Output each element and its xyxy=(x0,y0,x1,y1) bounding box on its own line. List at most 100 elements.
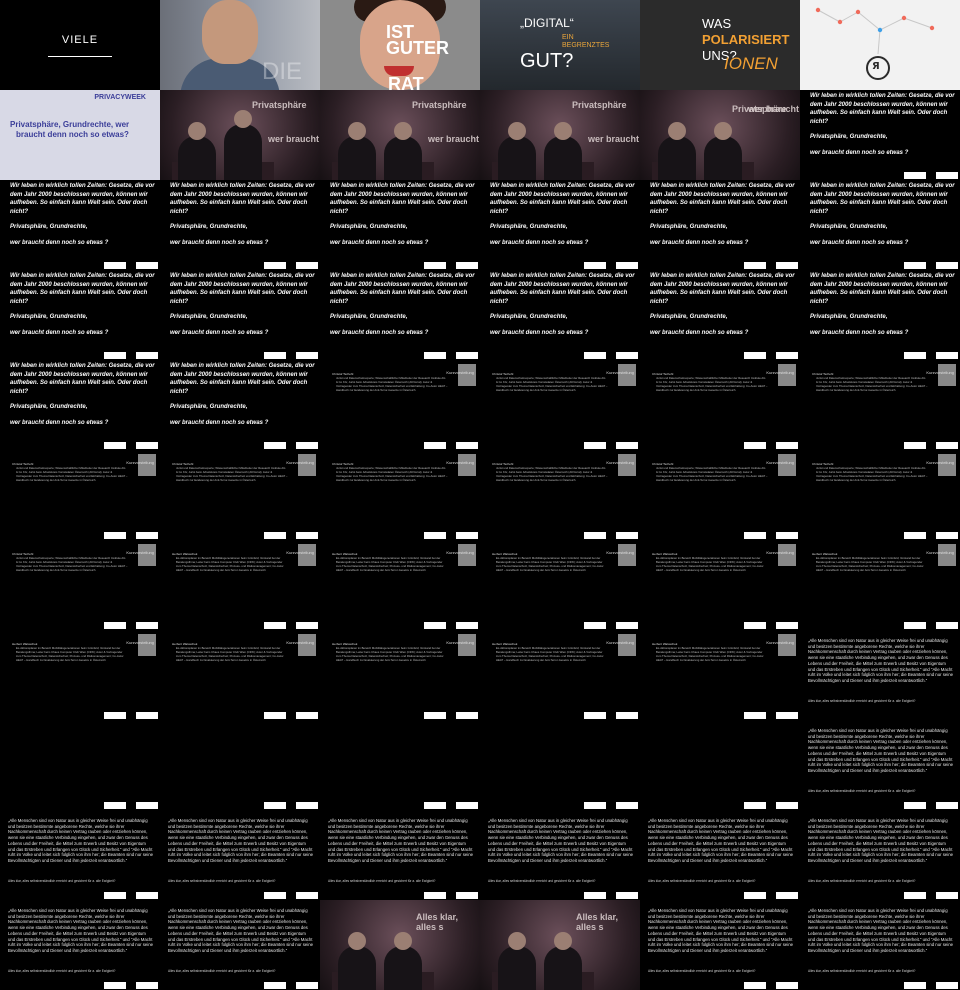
logo-bar xyxy=(264,982,318,989)
tile-quote-slide[interactable]: Wir leben in wirklich tollen Zeiten: Ges… xyxy=(480,180,640,270)
tile-quote-slide[interactable]: Wir leben in wirklich tollen Zeiten: Ges… xyxy=(160,360,320,450)
tile-bio-slide[interactable]: Kurzvorstellung Christof Tschohl Jurist … xyxy=(480,360,640,450)
bio-heading: Kurzvorstellung xyxy=(286,550,314,555)
tile-bio-slide[interactable]: Kurzvorstellung Christof Tschohl Jurist … xyxy=(320,360,480,450)
paragraph-footer: Alles klar, alles selbstverständlich err… xyxy=(8,969,116,973)
tile-blank[interactable] xyxy=(320,720,480,810)
tile-bio-slide[interactable]: Kurzvorstellung Christof Tschohl Jurist … xyxy=(0,450,160,540)
tile-room-4[interactable]: Privatsphäre wer braucht xyxy=(480,90,640,180)
tile-digital[interactable]: „DIGITAL“ EIN BEGRENZTES GUT? xyxy=(480,0,640,90)
tile-quote-slide[interactable]: Wir leben in wirklich tollen Zeiten: Ges… xyxy=(320,180,480,270)
bio-heading: Kurzvorstellung xyxy=(126,550,154,555)
tile-paragraph-slide[interactable]: „Alle Menschen sind von Natur aus in gle… xyxy=(160,900,320,990)
tile-quote-slide[interactable]: Wir leben in wirklich tollen Zeiten: Ges… xyxy=(640,180,800,270)
bio-heading: Kurzvorstellung xyxy=(766,370,794,375)
bio-heading: Kurzvorstellung xyxy=(606,370,634,375)
tile-paragraph-slide[interactable]: „Alle Menschen sind von Natur aus in gle… xyxy=(480,810,640,900)
bio-heading: Kurzvorstellung xyxy=(766,460,794,465)
digital-line-1: „DIGITAL“ xyxy=(520,16,574,30)
tile-privacyweek[interactable]: PRIVACYWEEK Privatsphäre, Grundrechte, w… xyxy=(0,90,160,180)
was-line-1: WAS xyxy=(702,16,732,31)
tile-quote-slide[interactable]: Wir leben in wirklich tollen Zeiten: Ges… xyxy=(160,180,320,270)
tile-paragraph-slide[interactable]: „Alle Menschen sind von Natur aus in gle… xyxy=(640,810,800,900)
tile-bio-slide[interactable]: Kurzvorstellung Herbert Waloschek Ex-Akt… xyxy=(160,540,320,630)
quote-text-3: wer braucht denn noch so etwas ? xyxy=(330,240,429,246)
tile-bio-slide[interactable]: Kurzvorstellung Herbert Waloschek Ex-Akt… xyxy=(480,540,640,630)
tile-blank[interactable] xyxy=(0,720,160,810)
tile-quote-slide[interactable]: Wir leben in wirklich tollen Zeiten: Ges… xyxy=(0,180,160,270)
tile-paragraph-slide[interactable]: „Alle Menschen sind von Natur aus in gle… xyxy=(320,810,480,900)
tile-bio-slide[interactable]: Kurzvorstellung Christof Tschohl Jurist … xyxy=(160,450,320,540)
logo-bar xyxy=(904,982,958,989)
tile-network-logo[interactable]: Я xyxy=(800,0,960,90)
tile-bio-slide[interactable]: Kurzvorstellung Herbert Waloschek Ex-Akt… xyxy=(800,540,960,630)
tile-bio-slide[interactable]: Kurzvorstellung Herbert Waloschek Ex-Akt… xyxy=(640,540,800,630)
tile-blank[interactable] xyxy=(640,720,800,810)
bio-heading: Kurzvorstellung xyxy=(126,460,154,465)
tile-blank[interactable] xyxy=(160,720,320,810)
tile-face[interactable]: DIE xyxy=(160,0,320,90)
tile-bio-slide[interactable]: Kurzvorstellung Christof Tschohl Jurist … xyxy=(640,450,800,540)
speaker-photo xyxy=(458,634,476,656)
speaker-1 xyxy=(338,932,376,990)
quote-text: Wir leben in wirklich tollen Zeiten: Ges… xyxy=(810,93,955,125)
tile-room-2[interactable]: Privatsphäre wer braucht xyxy=(160,90,320,180)
tile-quote-slide[interactable]: Wir leben in wirklich tollen Zeiten: Ges… xyxy=(800,270,960,360)
tile-bio-slide[interactable]: Kurzvorstellung Christof Tschohl Jurist … xyxy=(0,540,160,630)
tile-paragraph-slide[interactable]: „Alle Menschen sind von Natur aus in gle… xyxy=(0,810,160,900)
quote-text-2: Privatsphäre, Grundrechte, xyxy=(10,314,88,320)
tile-quote-slide[interactable]: Wir leben in wirklich tollen Zeiten: Ges… xyxy=(480,270,640,360)
logo-bar xyxy=(264,262,318,269)
tile-quote-slide[interactable]: Wir leben in wirklich tollen Zeiten: Ges… xyxy=(0,270,160,360)
tile-bio-slide[interactable]: Kurzvorstellung Herbert Waloschek Ex-Akt… xyxy=(320,630,480,720)
tile-quote-slide[interactable]: Wir leben in wirklich tollen Zeiten: Ges… xyxy=(320,270,480,360)
tile-quote-slide[interactable]: Wir leben in wirklich tollen Zeiten: Ges… xyxy=(800,180,960,270)
tile-quote-slide[interactable]: Wir leben in wirklich tollen Zeiten: Ges… xyxy=(0,360,160,450)
tile-quote-slide[interactable]: Wir leben in wirklich tollen Zeiten: Ges… xyxy=(160,270,320,360)
tile-bio-slide[interactable]: Kurzvorstellung Herbert Waloschek Ex-Akt… xyxy=(480,630,640,720)
tile-paragraph-slide[interactable]: „Alle Menschen sind von Natur aus in gle… xyxy=(800,720,960,810)
tile-was-polarisiert[interactable]: WAS POLARISIERT UNS? IONEN xyxy=(640,0,800,90)
tile-ist-guter-rat[interactable]: IST GUTER RAT xyxy=(320,0,480,90)
tile-paragraph-slide[interactable]: „Alle Menschen sind von Natur aus in gle… xyxy=(800,810,960,900)
tile-bio-slide[interactable]: Kurzvorstellung Herbert Waloschek Ex-Akt… xyxy=(0,630,160,720)
quote-text-2: Privatsphäre, Grundrechte, xyxy=(810,314,888,320)
quote-text-2: Privatsphäre, Grundrechte, xyxy=(490,314,568,320)
tile-paragraph-slide[interactable]: „Alle Menschen sind von Natur aus in gle… xyxy=(800,630,960,720)
speaker-photo xyxy=(618,634,636,656)
badge-letter: Я xyxy=(872,61,880,72)
paragraph-text: „Alle Menschen sind von Natur aus in gle… xyxy=(808,908,953,953)
tile-room-3[interactable]: Privatsphäre wer braucht xyxy=(320,90,480,180)
frame-grid: VIELE DIE IST GUTER RAT „DIGITAL“ EIN BE… xyxy=(0,0,960,990)
tile-bio-slide[interactable]: Kurzvorstellung Herbert Waloschek Ex-Akt… xyxy=(320,540,480,630)
logo-bar xyxy=(744,712,798,719)
tile-bio-slide[interactable]: Kurzvorstellung Christof Tschohl Jurist … xyxy=(800,360,960,450)
tile-viele[interactable]: VIELE xyxy=(0,0,160,90)
tile-quote-slide[interactable]: Wir leben in wirklich tollen Zeiten: Ges… xyxy=(800,90,960,180)
quote-text: Wir leben in wirklich tollen Zeiten: Ges… xyxy=(330,183,475,215)
tile-paragraph-slide[interactable]: „Alle Menschen sind von Natur aus in gle… xyxy=(160,810,320,900)
paragraph-footer: Alles klar, alles selbstverständlich err… xyxy=(168,879,276,883)
tile-bio-slide[interactable]: Kurzvorstellung Christof Tschohl Jurist … xyxy=(800,450,960,540)
bio-heading: Kurzvorstellung xyxy=(606,550,634,555)
quote-text: Wir leben in wirklich tollen Zeiten: Ges… xyxy=(330,273,475,305)
tile-paragraph-slide[interactable]: „Alle Menschen sind von Natur aus in gle… xyxy=(0,900,160,990)
bio-heading: Kurzvorstellung xyxy=(446,640,474,645)
tile-bio-slide[interactable]: Kurzvorstellung Christof Tschohl Jurist … xyxy=(480,450,640,540)
bio-lines: Jurist und Datenschutzexperte; Wissensch… xyxy=(496,466,608,482)
tile-bio-slide[interactable]: Kurzvorstellung Christof Tschohl Jurist … xyxy=(640,360,800,450)
tile-blank[interactable] xyxy=(480,720,640,810)
tile-room-final-1[interactable]: Alles klar, alles s xyxy=(320,900,480,990)
bio-lines: Jurist und Datenschutzexperte; Wissensch… xyxy=(176,466,288,482)
tile-paragraph-slide[interactable]: „Alle Menschen sind von Natur aus in gle… xyxy=(800,900,960,990)
tile-paragraph-slide[interactable]: „Alle Menschen sind von Natur aus in gle… xyxy=(640,900,800,990)
tile-bio-slide[interactable]: Kurzvorstellung Christof Tschohl Jurist … xyxy=(320,450,480,540)
tile-room-final-2[interactable]: Alles klar, alles s xyxy=(480,900,640,990)
tile-quote-slide[interactable]: Wir leben in wirklich tollen Zeiten: Ges… xyxy=(640,270,800,360)
speaker-2 xyxy=(384,122,422,180)
tile-room-5[interactable]: Privatsphäre wer braucht xyxy=(640,90,800,180)
bio-heading: Kurzvorstellung xyxy=(446,550,474,555)
tile-bio-slide[interactable]: Kurzvorstellung Herbert Waloschek Ex-Akt… xyxy=(160,630,320,720)
question-line-1: Privatsphäre, Grundrechte, wer xyxy=(10,120,130,129)
tile-bio-slide[interactable]: Kurzvorstellung Herbert Waloschek Ex-Akt… xyxy=(640,630,800,720)
